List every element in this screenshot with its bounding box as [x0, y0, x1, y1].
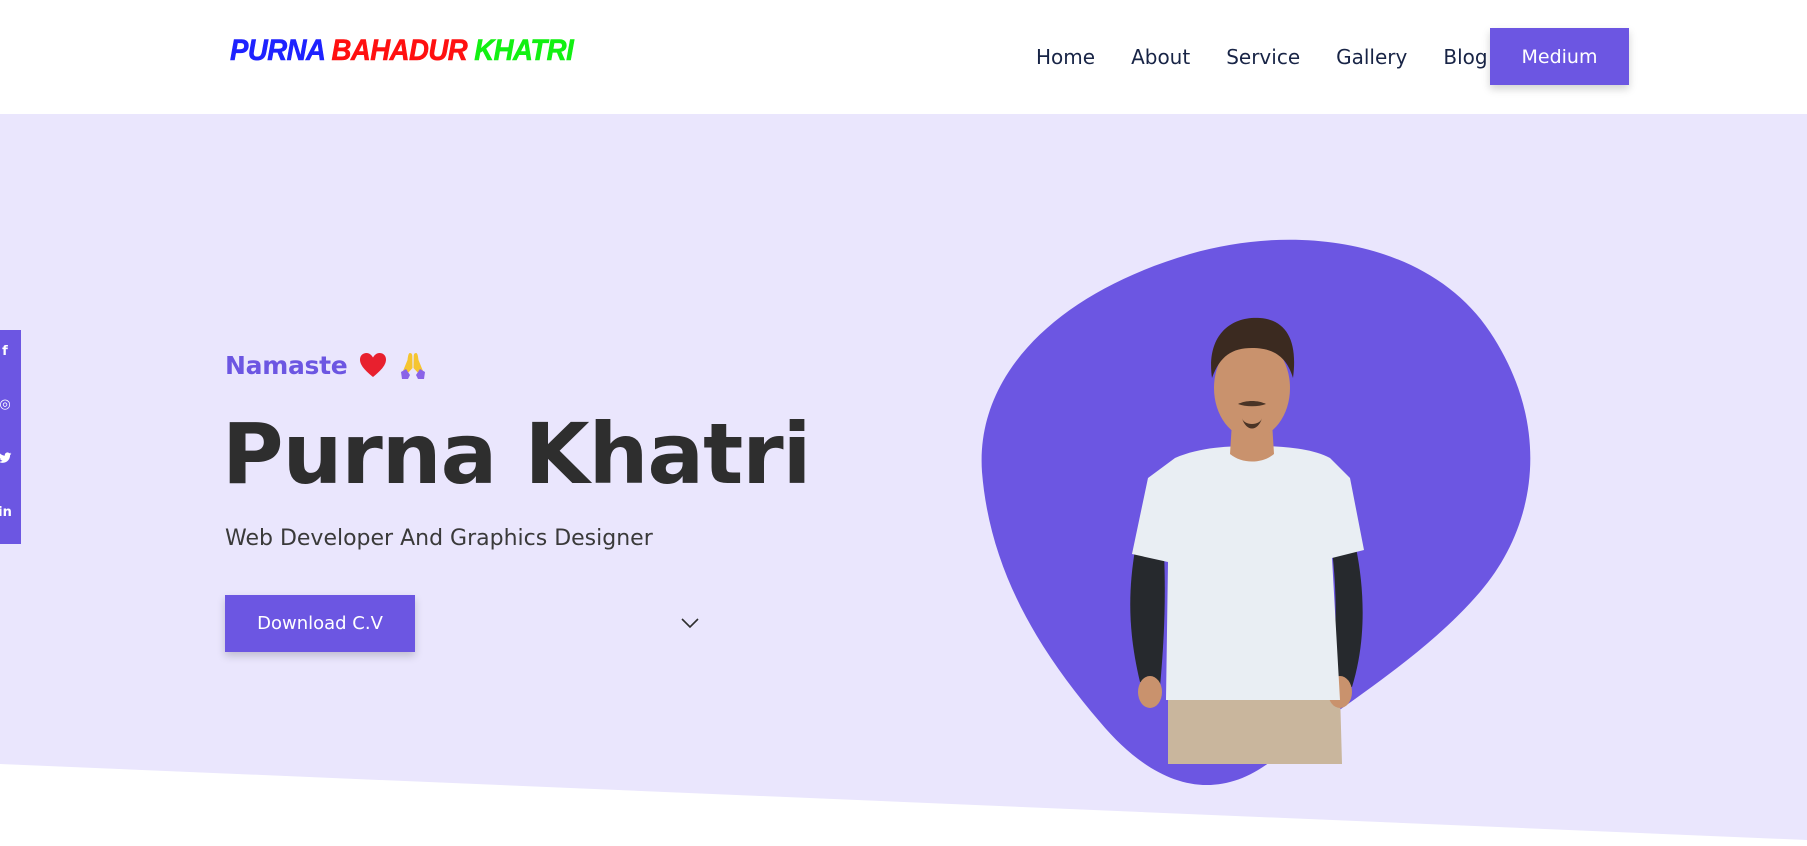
linkedin-icon[interactable]: in — [0, 505, 12, 521]
red-heart-icon — [360, 353, 387, 377]
nav-about[interactable]: About — [1131, 45, 1190, 69]
nav-home[interactable]: Home — [1036, 45, 1095, 69]
social-sidebar: f ◎ in — [0, 330, 21, 544]
main-nav: Home About Service Gallery Blog — [1036, 40, 1488, 74]
facebook-icon[interactable]: f — [0, 344, 12, 360]
logo-word-2: BAHADUR — [331, 34, 468, 68]
medium-button[interactable]: Medium — [1490, 28, 1629, 85]
greeting: Namaste — [225, 350, 427, 380]
twitter-bird-shape — [0, 452, 12, 463]
instagram-icon[interactable]: ◎ — [0, 397, 12, 413]
nav-blog[interactable]: Blog — [1443, 45, 1487, 69]
nav-service[interactable]: Service — [1226, 45, 1300, 69]
nav-gallery[interactable]: Gallery — [1336, 45, 1407, 69]
hero-name: Purna Khatri — [222, 405, 811, 503]
profile-portrait — [981, 239, 1531, 786]
chevron-down-icon[interactable] — [680, 614, 700, 632]
site-logo[interactable]: PURNA BAHADUR KHATRI — [230, 34, 574, 68]
logo-word-1: PURNA — [230, 34, 325, 68]
greeting-text: Namaste — [225, 350, 348, 380]
folded-hands-icon — [401, 353, 426, 379]
hero-role: Web Developer And Graphics Designer — [225, 526, 653, 551]
site-header: PURNA BAHADUR KHATRI Home About Service … — [0, 0, 1807, 114]
twitter-icon[interactable] — [0, 451, 12, 467]
download-cv-button[interactable]: Download C.V — [225, 595, 415, 652]
logo-word-3: KHATRI — [474, 34, 574, 68]
